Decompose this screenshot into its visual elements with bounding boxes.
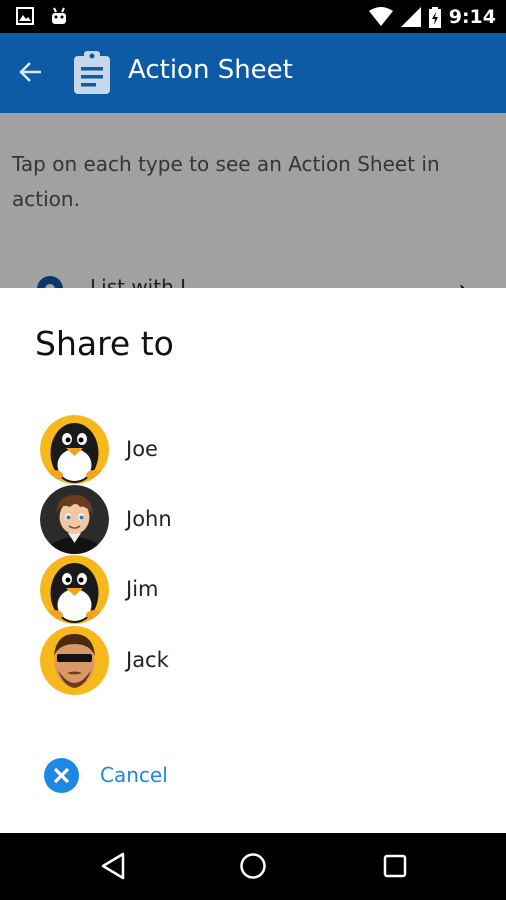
- person-name: Jack: [126, 648, 169, 672]
- penguin-avatar: [40, 415, 109, 484]
- signal-icon: [400, 7, 421, 27]
- home-circle-icon[interactable]: [238, 851, 268, 881]
- status-bar: 9:14: [0, 0, 506, 33]
- cancel-button[interactable]: Cancel: [0, 746, 506, 806]
- clock-time: 9:14: [448, 6, 496, 28]
- app-bar: Action Sheet: [0, 33, 506, 113]
- share-option-john[interactable]: John: [0, 485, 506, 555]
- arrow-back-icon[interactable]: [18, 59, 44, 85]
- android-notification-icon: [52, 7, 66, 24]
- modal-scrim[interactable]: [0, 113, 506, 288]
- wifi-icon: [368, 7, 393, 26]
- action-sheet: Share to Joe John Jim Jack Cancel: [0, 288, 506, 833]
- back-triangle-icon[interactable]: [99, 851, 129, 881]
- clipboard-icon: [74, 51, 110, 94]
- system-nav-bar: [0, 833, 506, 900]
- battery-charging-icon: [428, 6, 441, 28]
- penguin-avatar: [40, 555, 109, 624]
- person-name: Joe: [126, 437, 158, 461]
- image-notification-icon: [16, 7, 34, 25]
- person-name: Jim: [126, 577, 159, 601]
- cancel-label: Cancel: [100, 763, 168, 787]
- share-option-joe[interactable]: Joe: [0, 415, 506, 485]
- share-option-jim[interactable]: Jim: [0, 555, 506, 625]
- page-title: Action Sheet: [128, 55, 293, 85]
- share-option-jack[interactable]: Jack: [0, 626, 506, 696]
- boy-avatar: [40, 485, 109, 554]
- close-circle-icon: [44, 758, 79, 793]
- sunglasses-man-avatar: [40, 626, 109, 695]
- sheet-title: Share to: [35, 324, 174, 363]
- person-name: John: [126, 507, 172, 531]
- recents-square-icon[interactable]: [380, 851, 410, 881]
